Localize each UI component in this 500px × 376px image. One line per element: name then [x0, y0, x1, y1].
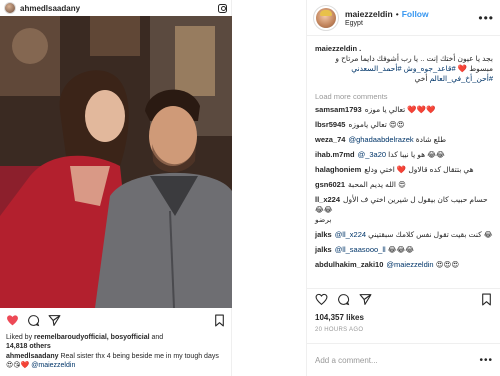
- comment-username[interactable]: lbsr5945: [315, 120, 345, 129]
- list-item: jalks @ll_x224 كنت بقيت تقول نفس كلامك سب…: [315, 230, 493, 240]
- bookmark-icon[interactable]: [213, 314, 226, 327]
- embed-action-bar: [0, 310, 232, 330]
- comment-mention[interactable]: @ll_x224: [335, 230, 366, 239]
- comment-username[interactable]: halaghoniem: [315, 165, 361, 174]
- comment-text: 😍😍😍: [435, 260, 460, 269]
- caption-username[interactable]: maiezzeldin .: [315, 44, 493, 53]
- comment-text: الله يديم المحبة 😍: [348, 180, 406, 189]
- comment-icon[interactable]: [337, 293, 350, 306]
- list-item: lbsr5945 تعالي ياموزه 😍😍: [315, 120, 493, 130]
- share-icon[interactable]: [48, 314, 61, 327]
- comment-username[interactable]: samsam1793: [315, 105, 362, 114]
- caption-line-2: مبسوط ❤️: [457, 64, 493, 73]
- post-header: maiezzeldin • Follow Egypt •••: [307, 0, 500, 36]
- embed-avatar[interactable]: [4, 2, 16, 14]
- follow-button[interactable]: Follow: [402, 9, 429, 19]
- heart-filled-icon[interactable]: [6, 314, 19, 327]
- list-item: weza_74 @ghadaabdelrazek طلع شادة: [315, 135, 493, 145]
- list-item: abdulhakim_zaki10 @maiezzeldin 😍😍😍: [315, 260, 493, 270]
- comment-mention[interactable]: @ll_saasooo_ll: [335, 245, 386, 254]
- likes-count[interactable]: 104,357 likes: [315, 313, 364, 322]
- caption-text: بجد يا عيون أختك إنت .. يا رب أشوفك دايم…: [315, 54, 493, 84]
- bookmark-icon[interactable]: [480, 293, 493, 306]
- header-username[interactable]: maiezzeldin: [345, 9, 393, 19]
- header-user-block: maiezzeldin • Follow Egypt: [345, 9, 429, 27]
- comment-username[interactable]: ihab.m7md: [315, 150, 355, 159]
- caption-line-1: بجد يا عيون أختك إنت .. يا رب أشوفك دايم…: [335, 54, 493, 63]
- more-options-icon[interactable]: •••: [478, 12, 494, 24]
- comment-text: حسام حبيب كان بيقول ل شيرين اختي ف الأول…: [315, 195, 488, 214]
- comment-options-icon[interactable]: •••: [479, 355, 493, 366]
- comment-text: طلع شادة: [415, 135, 447, 144]
- embedded-post: ahmedlsaadany Liked by reemelbaroudyoffi…: [0, 0, 232, 376]
- comment-username[interactable]: abdulhakim_zaki10: [315, 260, 383, 269]
- load-more-comments-button[interactable]: Load more comments: [315, 92, 493, 101]
- list-item: halaghoniem هي بتتقال كده قالاول ❤️ اختي …: [315, 165, 493, 175]
- embed-likes-count[interactable]: 14,818 others: [6, 343, 51, 350]
- comment-text: تعالي ياموزه 😍😍: [348, 120, 405, 129]
- embed-username[interactable]: ahmedlsaadany: [20, 4, 80, 13]
- list-item: gsn6021 الله يديم المحبة 😍: [315, 180, 493, 190]
- comment-username[interactable]: jalks: [315, 245, 332, 254]
- embed-caption-user[interactable]: ahmedlsaadany: [6, 353, 59, 360]
- caption-hashtag-3[interactable]: #أحن_أخ_في_العالم: [430, 74, 493, 83]
- comment-mention[interactable]: @ghadaabdelrazek: [348, 135, 413, 144]
- list-item: ll_x224 حسام حبيب كان بيقول ل شيرين اختي …: [315, 195, 493, 225]
- comment-mention[interactable]: @maiezzeldin: [386, 260, 433, 269]
- post-detail-panel: maiezzeldin • Follow Egypt ••• maiezzeld…: [306, 0, 500, 376]
- caption-line-3: أخي: [414, 74, 428, 83]
- comment-text: هي بتتقال كده قالاول ❤️ اختي ودلع: [364, 165, 474, 174]
- caption-hashtag-1[interactable]: #قاعد_جوه_وش: [404, 64, 456, 73]
- liked-by-users[interactable]: reemelbaroudyofficial, bosyofficial: [34, 334, 150, 341]
- post-action-bar: [307, 288, 500, 310]
- list-item: samsam1793 تعالي يا موزه ❤️❤️❤️: [315, 105, 493, 115]
- post-timestamp[interactable]: 20 HOURS AGO: [315, 327, 363, 333]
- embed-likes-summary: Liked by reemelbaroudyofficial, bosyoffi…: [6, 333, 228, 351]
- comment-text-continued: برضو: [315, 215, 332, 224]
- comment-username[interactable]: ll_x224: [315, 195, 340, 204]
- comment-text: تعالي يا موزه ❤️❤️❤️: [364, 105, 436, 114]
- embed-header: ahmedlsaadany: [0, 0, 231, 16]
- comment-text: 😂😂😂: [387, 245, 415, 254]
- list-item: jalks @ll_saasooo_ll 😂😂😂: [315, 245, 493, 255]
- add-comment-bar: •••: [307, 343, 500, 376]
- comments-list[interactable]: maiezzeldin . بجد يا عيون أختك إنت .. يا…: [307, 38, 500, 284]
- comment-username[interactable]: weza_74: [315, 135, 345, 144]
- add-comment-input[interactable]: [315, 355, 475, 365]
- share-icon[interactable]: [359, 293, 372, 306]
- avatar[interactable]: [313, 4, 339, 31]
- header-user-row: maiezzeldin • Follow: [345, 9, 429, 19]
- caption-hashtag-2[interactable]: #أحمد_السعدني: [351, 64, 401, 73]
- header-separator: •: [395, 8, 399, 19]
- post-photo[interactable]: [0, 16, 232, 308]
- comment-username[interactable]: gsn6021: [315, 180, 345, 189]
- comment-mention[interactable]: @_3a20: [358, 150, 386, 159]
- list-item: ihab.m7md @_3a20 هو يا نيبا كدا 😂😂: [315, 150, 493, 160]
- liked-by-and: and: [149, 334, 164, 341]
- embed-caption: ahmedlsaadany Real sister thx 4 being be…: [6, 352, 228, 370]
- comment-text: كنت بقيت تقول نفس كلامك سبقتيني 😂: [368, 230, 493, 239]
- embed-caption-mention[interactable]: @maiezzeldin: [31, 362, 75, 369]
- liked-by-prefix: Liked by: [6, 334, 35, 341]
- instagram-logo-icon[interactable]: [218, 3, 227, 13]
- heart-icon[interactable]: [315, 293, 328, 306]
- avatar-image: [316, 7, 336, 28]
- photo-illustration: [0, 16, 232, 308]
- comment-username[interactable]: jalks: [315, 230, 332, 239]
- comment-text: هو يا نيبا كدا 😂😂: [388, 150, 445, 159]
- comment-icon[interactable]: [27, 314, 40, 327]
- location-link[interactable]: Egypt: [345, 20, 429, 27]
